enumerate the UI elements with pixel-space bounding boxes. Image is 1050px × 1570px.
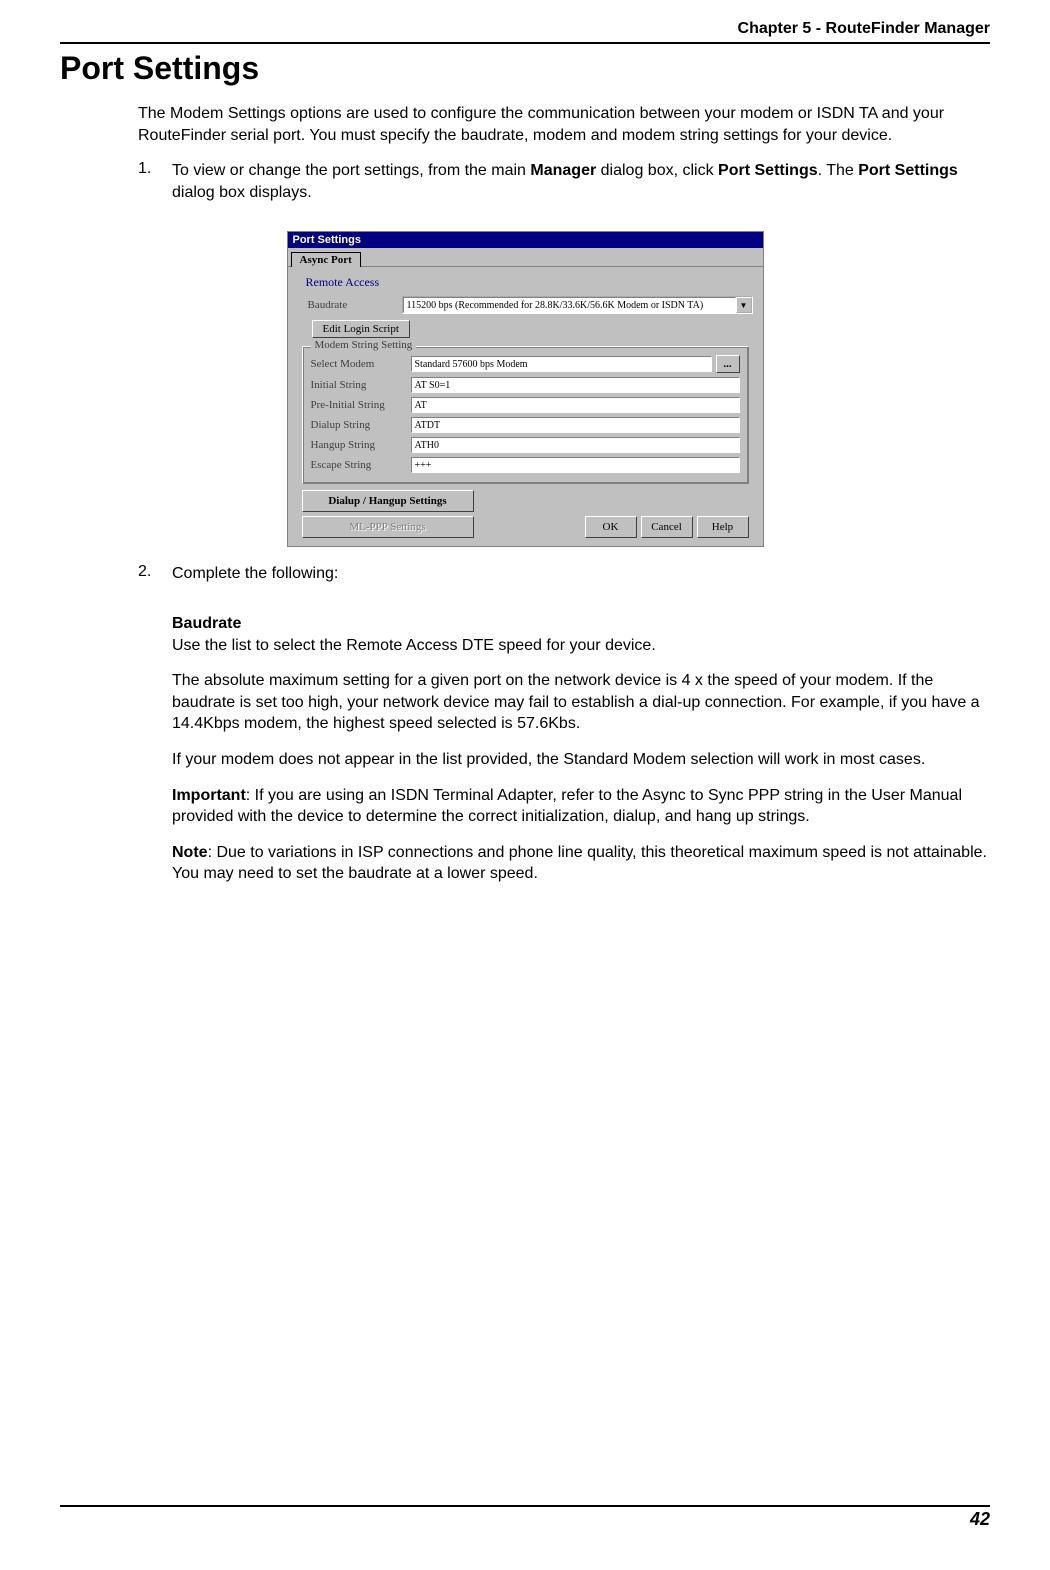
step-1-number: 1.: [138, 160, 172, 217]
port-settings-dialog: Port Settings Async Port Remote Access B…: [287, 231, 764, 547]
pre-initial-string-field[interactable]: AT: [411, 397, 740, 413]
ml-ppp-settings-button[interactable]: ML-PPP Settings: [302, 516, 474, 538]
tab-async-port[interactable]: Async Port: [291, 252, 361, 267]
dialup-string-label: Dialup String: [311, 419, 411, 431]
page-number: 42: [60, 1509, 990, 1530]
dialup-string-field[interactable]: ATDT: [411, 417, 740, 433]
dialog-title: Port Settings: [293, 234, 361, 246]
chevron-down-icon[interactable]: ▼: [736, 297, 752, 313]
note-paragraph: Note: Due to variations in ISP connectio…: [172, 842, 990, 885]
select-modem-field[interactable]: Standard 57600 bps Modem: [411, 356, 712, 372]
important-paragraph: Important: If you are using an ISDN Term…: [172, 785, 990, 828]
hangup-string-field[interactable]: ATH0: [411, 437, 740, 453]
select-modem-label: Select Modem: [311, 358, 411, 370]
footer-rule: [60, 1505, 990, 1507]
header-rule: [60, 42, 990, 44]
baudrate-heading: BaudrateUse the list to select the Remot…: [172, 613, 990, 656]
ok-button[interactable]: OK: [585, 516, 637, 538]
browse-modem-button[interactable]: ...: [716, 355, 740, 373]
hangup-string-label: Hangup String: [311, 439, 411, 451]
edit-login-script-button[interactable]: Edit Login Script: [312, 320, 410, 338]
remote-access-label: Remote Access: [306, 275, 753, 290]
step-1-text: To view or change the port settings, fro…: [172, 160, 990, 203]
initial-string-field[interactable]: AT S0=1: [411, 377, 740, 393]
baudrate-paragraph-2: The absolute maximum setting for a given…: [172, 670, 990, 735]
chapter-header: Chapter 5 - RouteFinder Manager: [60, 20, 990, 42]
help-button[interactable]: Help: [697, 516, 749, 538]
step-2-text: Complete the following:: [172, 563, 990, 585]
modem-string-legend: Modem String Setting: [311, 339, 417, 351]
pre-initial-string-label: Pre-Initial String: [311, 399, 411, 411]
baudrate-value: 115200 bps (Recommended for 28.8K/33.6K/…: [403, 297, 736, 313]
initial-string-label: Initial String: [311, 379, 411, 391]
escape-string-label: Escape String: [311, 459, 411, 471]
intro-paragraph: The Modem Settings options are used to c…: [138, 103, 990, 146]
dialup-hangup-settings-button[interactable]: Dialup / Hangup Settings: [302, 490, 474, 512]
step-2-number: 2.: [138, 563, 172, 599]
cancel-button[interactable]: Cancel: [641, 516, 693, 538]
dialog-titlebar: Port Settings: [288, 232, 763, 248]
baudrate-label: Baudrate: [308, 299, 402, 311]
escape-string-field[interactable]: +++: [411, 457, 740, 473]
modem-string-groupbox: Modem String Setting Select Modem Standa…: [302, 346, 749, 484]
section-title: Port Settings: [60, 50, 990, 87]
dialog-tabbar: Async Port: [288, 248, 763, 267]
baudrate-select[interactable]: 115200 bps (Recommended for 28.8K/33.6K/…: [402, 296, 753, 314]
baudrate-paragraph-3: If your modem does not appear in the lis…: [172, 749, 990, 771]
